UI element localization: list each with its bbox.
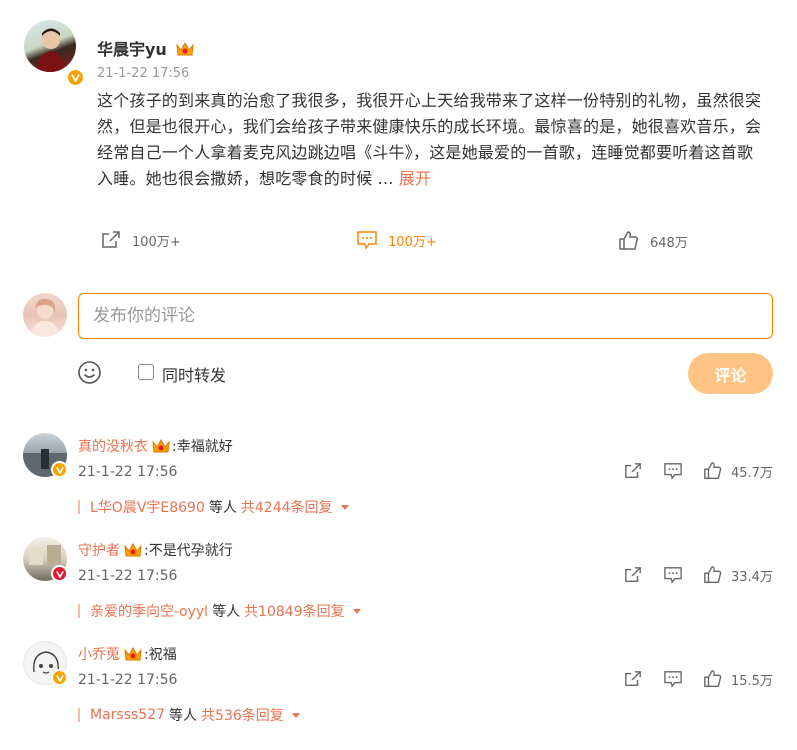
chevron-down-icon[interactable] bbox=[291, 712, 300, 718]
vip-crown-icon bbox=[176, 41, 195, 56]
comment-reply-button[interactable] bbox=[663, 670, 683, 688]
post-author-name-text[interactable]: 华晨宇yu bbox=[97, 40, 167, 59]
comment-replies-summary[interactable]: Marsss527 等人 共536条回复 bbox=[78, 705, 300, 725]
reply-count[interactable]: 共536条回复 bbox=[201, 705, 284, 725]
like-thumb-icon bbox=[704, 462, 722, 479]
expand-link[interactable]: 展开 bbox=[399, 169, 431, 188]
comment-button[interactable]: 100万+ bbox=[356, 230, 437, 250]
comment-line: 小乔蒐 :祝福 bbox=[78, 644, 177, 664]
comment-line: 守护者 :不是代孕就行 bbox=[78, 540, 233, 560]
chevron-down-icon[interactable] bbox=[352, 608, 361, 614]
vip-crown-icon bbox=[152, 438, 170, 453]
like-button[interactable]: 648万 bbox=[618, 230, 688, 252]
verified-badge bbox=[51, 461, 68, 478]
verified-badge bbox=[51, 669, 68, 686]
comment-text: :祝福 bbox=[144, 647, 177, 663]
comment-reply-button[interactable] bbox=[663, 566, 683, 584]
comment-icon bbox=[664, 671, 682, 688]
comment-like-button[interactable]: 33.4万 bbox=[703, 565, 773, 585]
vip-crown-icon bbox=[124, 646, 142, 661]
reply-mid: 等人 bbox=[212, 604, 241, 620]
repost-count: 100万+ bbox=[132, 234, 181, 250]
post-author-name[interactable]: 华晨宇yu bbox=[97, 36, 195, 60]
comment-repost-button[interactable] bbox=[623, 670, 643, 688]
commenter-name[interactable]: 守护者 bbox=[78, 540, 120, 560]
post-author-avatar[interactable] bbox=[24, 20, 76, 72]
comment-actions: 33.4万 bbox=[623, 565, 773, 585]
comment-input[interactable] bbox=[78, 293, 773, 339]
vip-v-icon bbox=[55, 466, 64, 474]
reply-count[interactable]: 共10849条回复 bbox=[244, 601, 345, 621]
comment-time: 21-1-22 17:56 bbox=[78, 568, 178, 584]
current-user-avatar[interactable] bbox=[23, 293, 67, 337]
verified-badge bbox=[51, 565, 68, 582]
avatar-photo-icon bbox=[31, 298, 59, 337]
repost-button[interactable]: 100万+ bbox=[100, 230, 181, 250]
comment-repost-button[interactable] bbox=[623, 462, 643, 480]
vip-crown-icon bbox=[124, 542, 142, 557]
comment-time: 21-1-22 17:56 bbox=[78, 464, 178, 480]
comment-replies-summary[interactable]: 亲爱的季向空-oyyl 等人 共10849条回复 bbox=[78, 601, 361, 621]
like-count: 648万 bbox=[650, 235, 688, 251]
vip-v-icon bbox=[55, 674, 64, 682]
repost-icon bbox=[625, 671, 641, 686]
reply-mid: 等人 bbox=[208, 500, 237, 516]
comment-reply-button[interactable] bbox=[663, 462, 683, 480]
repost-icon bbox=[102, 231, 120, 248]
like-thumb-icon bbox=[619, 231, 639, 250]
like-thumb-icon bbox=[704, 670, 722, 687]
comment-count: 100万+ bbox=[388, 234, 437, 250]
reply-bar bbox=[78, 500, 80, 514]
comment-icon bbox=[357, 231, 377, 250]
comment-line: 真的没秋衣 :幸福就好 bbox=[78, 436, 233, 456]
vip-v-icon bbox=[71, 74, 80, 82]
reply-user[interactable]: Marsss527 bbox=[90, 707, 165, 723]
commenter-name[interactable]: 小乔蒐 bbox=[78, 644, 120, 664]
post-text: 这个孩子的到来真的治愈了我很多，我很开心上天给我带来了这样一份特别的礼物，虽然很… bbox=[97, 88, 769, 192]
comment-text: :幸福就好 bbox=[172, 439, 233, 455]
comment-icon bbox=[664, 567, 682, 584]
comment-replies-summary[interactable]: L华O晨V宇E8690 等人 共4244条回复 bbox=[78, 497, 349, 517]
comment-actions: 45.7万 bbox=[623, 461, 773, 481]
repost-icon bbox=[625, 567, 641, 582]
comment-like-count: 33.4万 bbox=[731, 569, 773, 585]
comment-like-button[interactable]: 15.5万 bbox=[703, 669, 773, 689]
chevron-down-icon[interactable] bbox=[340, 504, 349, 510]
comment-actions: 15.5万 bbox=[623, 669, 773, 689]
avatar-photo-icon bbox=[36, 28, 66, 72]
repost-checkbox-label[interactable]: 同时转发 bbox=[162, 362, 226, 386]
reply-count[interactable]: 共4244条回复 bbox=[241, 497, 333, 517]
comment-like-button[interactable]: 45.7万 bbox=[703, 461, 773, 481]
comment-like-count: 15.5万 bbox=[731, 673, 773, 689]
comment-icon bbox=[664, 463, 682, 480]
commenter-name[interactable]: 真的没秋衣 bbox=[78, 436, 148, 456]
submit-comment-button[interactable]: 评论 bbox=[688, 353, 773, 394]
comment-time: 21-1-22 17:56 bbox=[78, 672, 178, 688]
emoji-icon[interactable] bbox=[77, 360, 102, 385]
post-time[interactable]: 21-1-22 17:56 bbox=[97, 66, 189, 81]
like-thumb-icon bbox=[704, 566, 722, 583]
reply-user[interactable]: L华O晨V宇E8690 bbox=[90, 497, 205, 517]
reply-bar bbox=[78, 708, 80, 722]
verified-badge bbox=[66, 68, 85, 87]
reply-bar bbox=[78, 604, 80, 618]
comment-text: :不是代孕就行 bbox=[144, 543, 233, 559]
repost-icon bbox=[625, 463, 641, 478]
comment-repost-button[interactable] bbox=[623, 566, 643, 584]
repost-checkbox[interactable] bbox=[138, 364, 154, 380]
reply-user[interactable]: 亲爱的季向空-oyyl bbox=[90, 601, 208, 621]
comment-like-count: 45.7万 bbox=[731, 465, 773, 481]
vip-v-icon bbox=[55, 570, 64, 578]
reply-mid: 等人 bbox=[169, 708, 198, 724]
